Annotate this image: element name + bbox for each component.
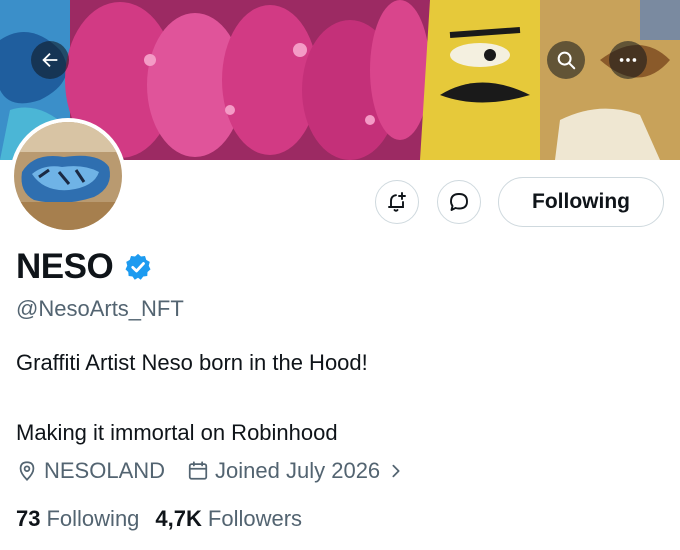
follow-stats: 73 Following 4,7K Followers xyxy=(16,506,318,532)
search-button[interactable] xyxy=(547,41,585,79)
followers-label: Followers xyxy=(207,506,303,531)
followers-stat[interactable]: 4,7K Followers xyxy=(155,506,302,532)
location-item: NESOLAND xyxy=(16,458,165,484)
user-handle: @NesoArts_NFT xyxy=(16,296,184,321)
verified-badge-icon[interactable] xyxy=(123,252,153,282)
profile-meta: NESOLAND Joined July 2026 xyxy=(16,458,404,484)
calendar-icon xyxy=(188,461,208,480)
following-label: Following xyxy=(46,506,140,531)
bio-line-1: Graffiti Artist Neso born in the Hood! xyxy=(16,350,368,375)
more-button[interactable] xyxy=(609,41,647,79)
followers-count: 4,7K xyxy=(155,506,202,531)
display-name: NESO xyxy=(16,247,114,286)
bio-line-2: Making it immortal on Robinhood xyxy=(16,420,338,445)
following-button[interactable]: Following xyxy=(498,177,664,227)
profile-name-row: NESO xyxy=(16,247,153,287)
back-button[interactable] xyxy=(31,41,69,79)
search-icon xyxy=(557,51,576,70)
chevron-right-icon xyxy=(392,464,400,478)
location-text: NESOLAND xyxy=(44,458,166,483)
following-count: 73 xyxy=(16,506,41,531)
message-button[interactable] xyxy=(437,180,481,224)
message-bubble-icon xyxy=(450,193,468,211)
joined-text: Joined July 2026 xyxy=(215,458,381,483)
avatar[interactable] xyxy=(10,118,126,234)
more-horizontal-icon xyxy=(619,58,637,62)
bell-plus-icon xyxy=(388,192,406,212)
joined-item[interactable]: Joined July 2026 xyxy=(187,458,404,484)
location-pin-icon xyxy=(19,461,35,481)
following-button-label: Following xyxy=(532,190,630,213)
notify-button[interactable] xyxy=(375,180,419,224)
arrow-left-icon xyxy=(42,52,58,68)
avatar-image xyxy=(14,122,122,230)
following-stat[interactable]: 73 Following xyxy=(16,506,139,532)
